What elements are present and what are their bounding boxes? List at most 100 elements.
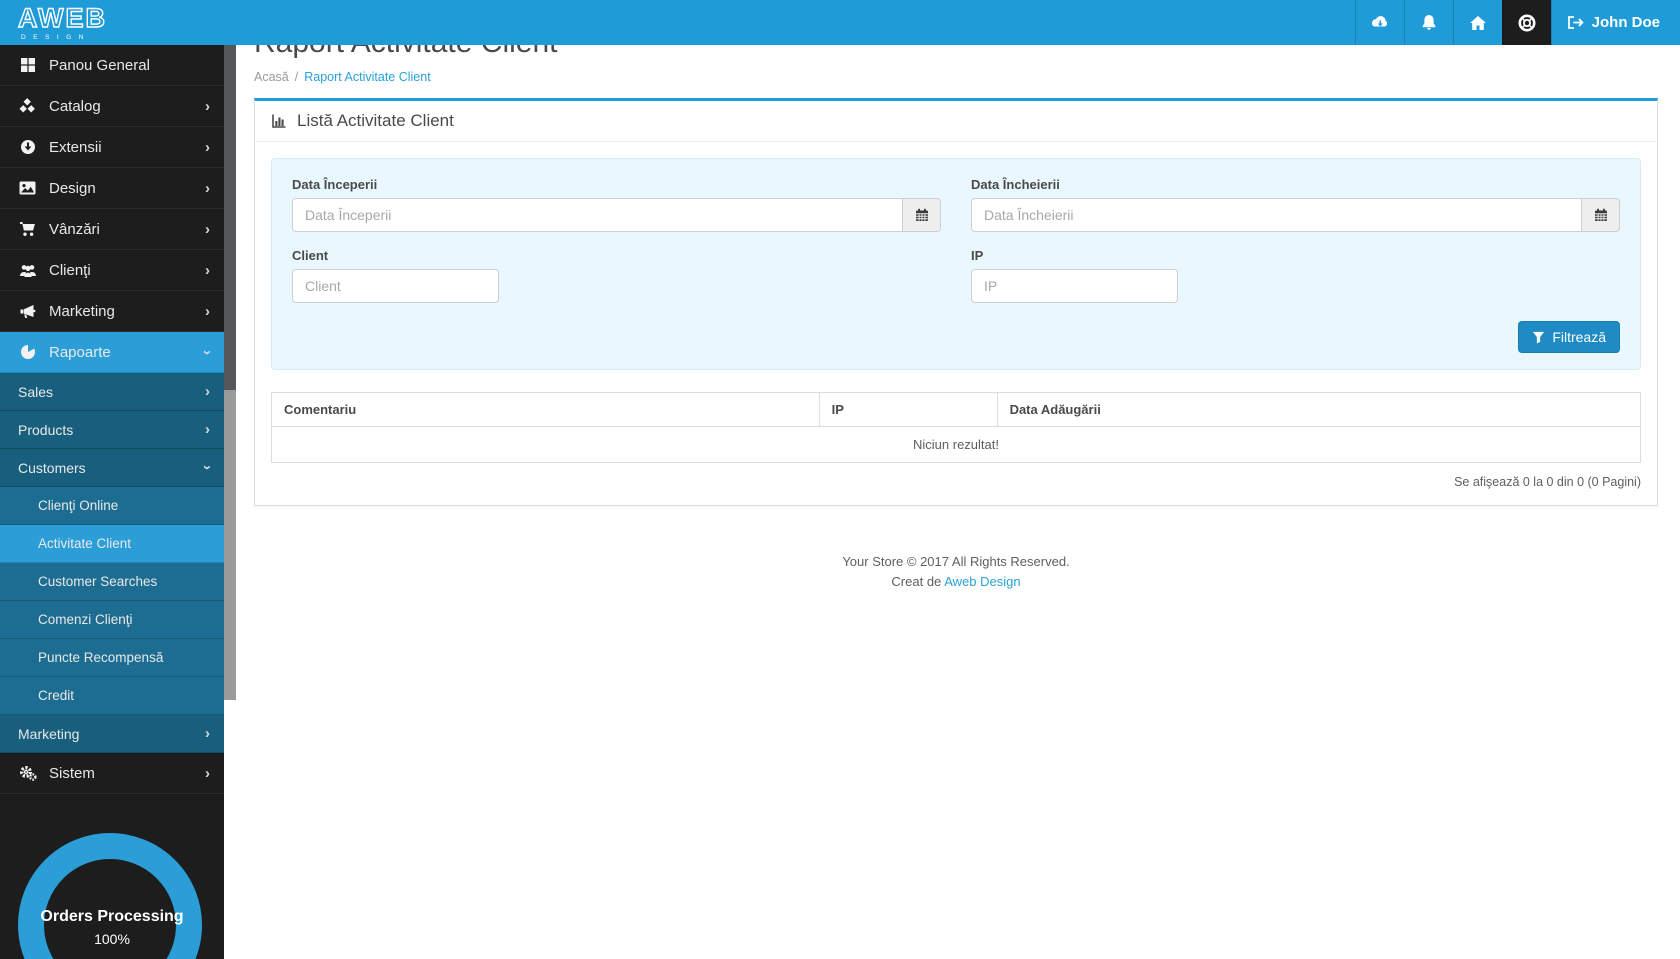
sidebar-item-marketing[interactable]: Marketing	[0, 291, 224, 332]
cart-icon	[18, 221, 37, 237]
home-button[interactable]	[1453, 0, 1502, 45]
submenu-item-comenzi-clienti[interactable]: Comenzi Clienţi	[0, 601, 224, 639]
column-ip: IP	[819, 393, 997, 427]
submenu-item-label: Comenzi Clienţi	[38, 612, 210, 627]
filter-form: Data Începerii Data Încheierii	[271, 158, 1641, 370]
sidebar-item-rapoarte[interactable]: Rapoarte	[0, 332, 224, 373]
sidebar-item-extensii[interactable]: Extensii	[0, 127, 224, 168]
column-data-adaugarii: Data Adăugării	[997, 393, 1640, 427]
brand-subtext: DESIGN	[18, 34, 107, 41]
chevron-right-icon	[205, 304, 210, 319]
cubes-icon	[18, 98, 37, 114]
sidebar-item-label: Design	[49, 180, 193, 197]
panel-title: Listă Activitate Client	[297, 111, 454, 131]
ip-input[interactable]	[971, 269, 1178, 303]
chevron-right-icon	[205, 766, 210, 781]
breadcrumb-home-link[interactable]: Acasă	[254, 70, 289, 84]
pagination-status: Se afişează 0 la 0 din 0 (0 Pagini)	[271, 475, 1641, 489]
filter-button[interactable]: Filtrează	[1518, 321, 1620, 353]
panel-heading: Listă Activitate Client	[255, 101, 1657, 142]
submenu-item-clienti-online[interactable]: Clienţi Online	[0, 487, 224, 525]
sidebar-item-label: Marketing	[49, 303, 193, 320]
bullhorn-icon	[18, 304, 37, 319]
footer-copyright: Your Store © 2017 All Rights Reserved.	[254, 552, 1658, 572]
top-bar: AWEB DESIGN	[0, 0, 1680, 45]
filter-button-row: Filtrează	[292, 321, 1620, 353]
chevron-right-icon	[205, 263, 210, 278]
sidebar-item-catalog[interactable]: Catalog	[0, 86, 224, 127]
sidebar: Panou General Catalog Extensii Design	[0, 45, 224, 959]
breadcrumb: Acasă/Raport Activitate Client	[254, 70, 1658, 84]
sidebar-scrollbar-thumb[interactable]	[224, 390, 236, 700]
gears-icon	[18, 765, 37, 781]
stats-value: 100%	[0, 931, 224, 947]
users-icon	[18, 263, 37, 278]
field-ip: IP	[971, 248, 1620, 303]
logout-icon	[1567, 15, 1584, 30]
sidebar-item-clienti[interactable]: Clienţi	[0, 250, 224, 291]
date-end-label: Data Încheierii	[971, 177, 1620, 192]
footer-credit-link[interactable]: Aweb Design	[944, 574, 1020, 589]
date-start-calendar-button[interactable]	[903, 198, 941, 232]
sidebar-item-sistem[interactable]: Sistem	[0, 753, 224, 794]
filter-icon	[1532, 331, 1545, 344]
column-comentariu: Comentariu	[272, 393, 820, 427]
submenu-item-label: Activitate Client	[38, 536, 210, 551]
field-date-end: Data Încheierii	[971, 177, 1620, 232]
submenu-item-label: Puncte Recompensă	[38, 650, 210, 665]
user-name: John Doe	[1592, 14, 1660, 31]
table-header-row: Comentariu IP Data Adăugării	[272, 393, 1641, 427]
chevron-right-icon	[205, 726, 210, 741]
submenu-item-sales[interactable]: Sales	[0, 373, 224, 411]
submenu-item-activitate-client[interactable]: Activitate Client	[0, 525, 224, 563]
bar-chart-icon	[271, 113, 287, 129]
chevron-down-icon	[200, 465, 215, 470]
brand-text: AWEB	[18, 5, 107, 32]
dashboard-icon	[18, 57, 37, 73]
image-icon	[18, 181, 37, 195]
calendar-icon	[915, 208, 929, 222]
sidebar-item-panou-general[interactable]: Panou General	[0, 45, 224, 86]
submenu-item-products[interactable]: Products	[0, 411, 224, 449]
submenu-item-marketing[interactable]: Marketing	[0, 715, 224, 753]
sidebar-item-vanzari[interactable]: Vânzări	[0, 209, 224, 250]
submenu-item-customer-searches[interactable]: Customer Searches	[0, 563, 224, 601]
chevron-right-icon	[205, 181, 210, 196]
client-input[interactable]	[292, 269, 499, 303]
breadcrumb-separator: /	[289, 70, 304, 84]
sidebar-item-label: Catalog	[49, 98, 193, 115]
brand-logo[interactable]: AWEB DESIGN	[0, 0, 107, 45]
footer-credit-prefix: Creat de	[891, 574, 941, 589]
notifications-button[interactable]	[1404, 0, 1453, 45]
sidebar-item-label: Panou General	[49, 57, 210, 74]
chevron-right-icon	[205, 384, 210, 399]
breadcrumb-current-link[interactable]: Raport Activitate Client	[304, 70, 430, 84]
submenu-item-puncte-recompensa[interactable]: Puncte Recompensă	[0, 639, 224, 677]
date-start-input[interactable]	[292, 198, 903, 232]
submenu-item-label: Customers	[18, 460, 205, 476]
sidebar-scrollbar[interactable]	[224, 45, 236, 959]
support-button[interactable]	[1502, 0, 1551, 45]
results-table: Comentariu IP Data Adăugării Niciun rezu…	[271, 392, 1641, 463]
life-ring-icon	[1518, 14, 1536, 32]
date-end-calendar-button[interactable]	[1582, 198, 1620, 232]
sidebar-item-design[interactable]: Design	[0, 168, 224, 209]
sidebar-item-label: Vânzări	[49, 221, 193, 238]
chevron-right-icon	[205, 99, 210, 114]
cloud-download-button[interactable]	[1355, 0, 1404, 45]
field-date-start: Data Începerii	[292, 177, 941, 232]
submenu-item-credit[interactable]: Credit	[0, 677, 224, 715]
sidebar-menu: Panou General Catalog Extensii Design	[0, 45, 224, 794]
chevron-right-icon	[205, 422, 210, 437]
report-panel: Listă Activitate Client Data Începerii	[254, 98, 1658, 506]
submenu-item-label: Products	[18, 422, 205, 438]
submenu-item-label: Clienţi Online	[38, 498, 210, 513]
date-end-input[interactable]	[971, 198, 1582, 232]
download-circle-icon	[18, 139, 37, 155]
user-menu[interactable]: John Doe	[1551, 0, 1680, 45]
submenu-item-label: Customer Searches	[38, 574, 210, 589]
submenu-item-label: Marketing	[18, 726, 205, 742]
sidebar-item-label: Rapoarte	[49, 344, 193, 361]
chevron-right-icon	[205, 140, 210, 155]
submenu-item-customers[interactable]: Customers	[0, 449, 224, 487]
